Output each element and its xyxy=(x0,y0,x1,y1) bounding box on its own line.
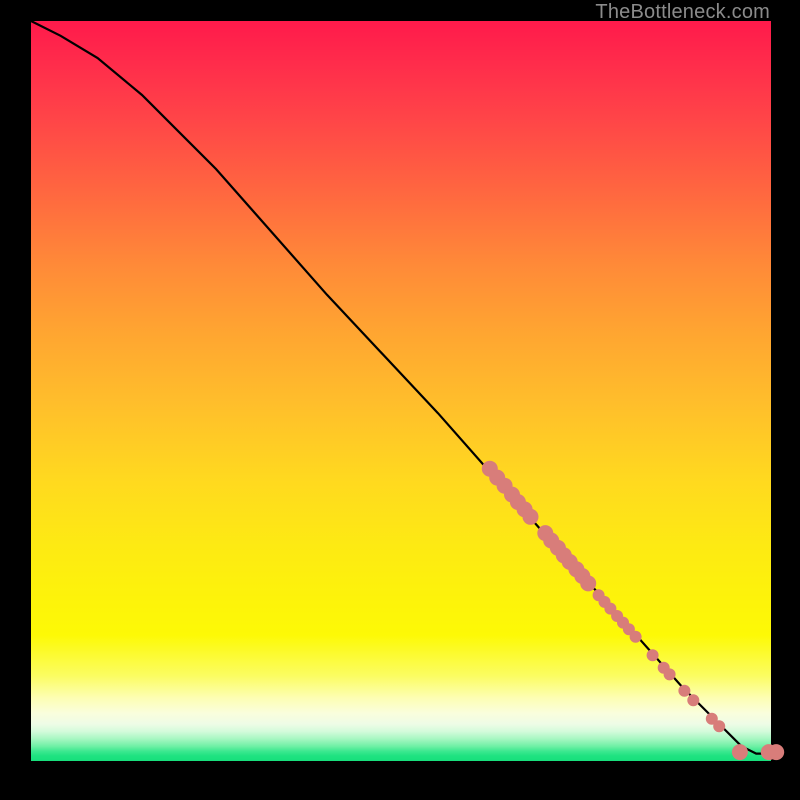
chart-container: TheBottleneck.com xyxy=(0,0,800,800)
marker-point xyxy=(523,509,539,525)
chart-svg xyxy=(31,21,771,761)
curve-line xyxy=(31,21,771,754)
marker-point xyxy=(630,631,642,643)
marker-point xyxy=(768,744,784,760)
marker-point xyxy=(687,694,699,706)
watermark-text: TheBottleneck.com xyxy=(595,1,770,24)
marker-point xyxy=(732,744,748,760)
marker-point xyxy=(678,685,690,697)
marker-point xyxy=(580,575,596,591)
marker-point xyxy=(664,668,676,680)
marker-point xyxy=(713,720,725,732)
marker-point xyxy=(647,649,659,661)
marker-group xyxy=(482,461,784,760)
